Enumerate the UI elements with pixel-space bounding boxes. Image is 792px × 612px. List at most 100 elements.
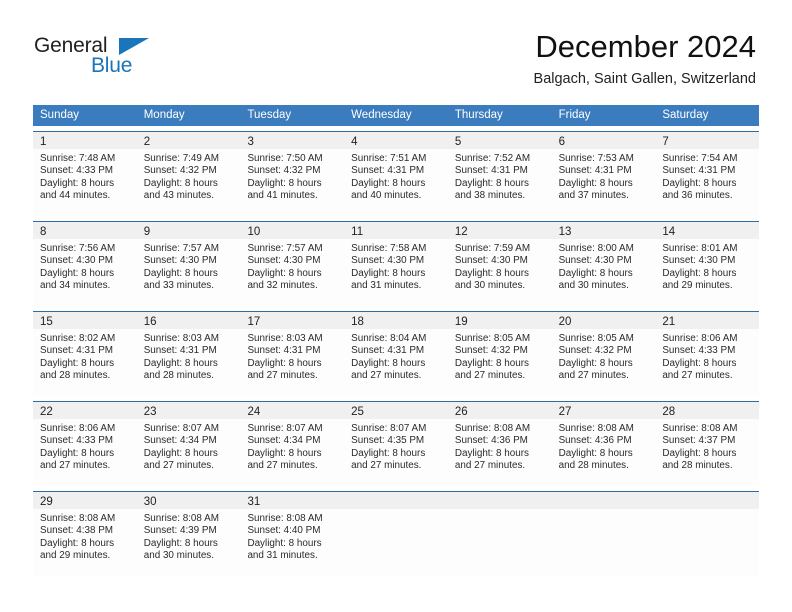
day-number: 1 [40, 136, 47, 148]
day-details: Sunrise: 8:08 AM Sunset: 4:40 PM Dayligh… [240, 509, 344, 563]
day-details: Sunrise: 8:08 AM Sunset: 4:36 PM Dayligh… [448, 419, 552, 473]
calendar-day-cell[interactable]: 13 Sunrise: 8:00 AM Sunset: 4:30 PM Dayl… [551, 222, 656, 306]
weekday-header-tuesday: Tuesday [247, 109, 292, 121]
day-details: Sunrise: 7:52 AM Sunset: 4:31 PM Dayligh… [448, 149, 552, 203]
calendar-day-cell[interactable]: 6 Sunrise: 7:53 AM Sunset: 4:31 PM Dayli… [551, 132, 656, 216]
calendar-day-cell[interactable]: 2 Sunrise: 7:49 AM Sunset: 4:32 PM Dayli… [136, 132, 241, 216]
sunrise-text: Sunrise: 8:00 AM [558, 243, 634, 254]
day-details: Sunrise: 7:54 AM Sunset: 4:31 PM Dayligh… [655, 149, 759, 203]
calendar-day-cell[interactable]: 7 Sunrise: 7:54 AM Sunset: 4:31 PM Dayli… [655, 132, 760, 216]
day-number: 14 [662, 226, 676, 238]
calendar-day-cell[interactable]: 18 Sunrise: 8:04 AM Sunset: 4:31 PM Dayl… [344, 312, 448, 396]
day-number: 5 [454, 136, 462, 148]
daylight-line1: Daylight: 8 hours [40, 267, 115, 279]
daylight-line1: Daylight: 8 hours [662, 447, 737, 459]
sunrise-text: Sunrise: 7:51 AM [351, 153, 427, 164]
calendar-day-cell-empty [344, 492, 448, 576]
calendar-day-cell[interactable]: 29 Sunrise: 8:08 AM Sunset: 4:38 PM Dayl… [33, 492, 137, 576]
sunrise-text: Sunrise: 7:58 AM [351, 243, 427, 254]
day-details: Sunrise: 8:03 AM Sunset: 4:31 PM Dayligh… [240, 329, 344, 383]
general-blue-logo[interactable]: General Blue [34, 34, 204, 80]
day-number: 13 [558, 226, 572, 238]
daylight-line1: Daylight: 8 hours [143, 537, 218, 549]
weekday-header-wednesday: Wednesday [351, 109, 412, 121]
sunset-text: Sunset: 4:30 PM [662, 255, 736, 267]
calendar-day-cell[interactable]: 24 Sunrise: 8:07 AM Sunset: 4:34 PM Dayl… [240, 402, 345, 486]
day-number-band: 27 [551, 402, 656, 419]
daylight-line2: and 30 minutes. [143, 550, 214, 562]
day-number: 31 [247, 496, 261, 508]
day-number: 28 [662, 406, 676, 418]
calendar-day-cell[interactable]: 17 Sunrise: 8:03 AM Sunset: 4:31 PM Dayl… [240, 312, 345, 396]
daylight-line2: and 28 minutes. [662, 460, 733, 472]
calendar-day-cell[interactable]: 3 Sunrise: 7:50 AM Sunset: 4:32 PM Dayli… [240, 132, 345, 216]
day-number-band: 10 [240, 222, 345, 239]
daylight-line2: and 44 minutes. [40, 190, 111, 202]
sunset-text: Sunset: 4:30 PM [143, 255, 217, 267]
day-number: 22 [40, 406, 53, 418]
sunrise-text: Sunrise: 8:08 AM [558, 423, 634, 434]
sunrise-text: Sunrise: 7:57 AM [247, 243, 323, 254]
sunset-text: Sunset: 4:34 PM [143, 435, 217, 447]
calendar-day-cell[interactable]: 11 Sunrise: 7:58 AM Sunset: 4:30 PM Dayl… [344, 222, 448, 306]
calendar-day-cell[interactable]: 23 Sunrise: 8:07 AM Sunset: 4:34 PM Dayl… [136, 402, 241, 486]
calendar-day-cell[interactable]: 20 Sunrise: 8:05 AM Sunset: 4:32 PM Dayl… [551, 312, 656, 396]
daylight-line1: Daylight: 8 hours [351, 177, 426, 189]
sunset-text: Sunset: 4:38 PM [40, 525, 114, 537]
day-number: 9 [143, 226, 151, 238]
calendar-day-cell[interactable]: 27 Sunrise: 8:08 AM Sunset: 4:36 PM Dayl… [551, 402, 656, 486]
calendar-day-cell[interactable]: 16 Sunrise: 8:03 AM Sunset: 4:31 PM Dayl… [136, 312, 241, 396]
sunrise-text: Sunrise: 8:03 AM [247, 333, 323, 344]
logo-text-blue: Blue [91, 54, 133, 77]
daylight-line1: Daylight: 8 hours [40, 177, 115, 189]
calendar-day-cell[interactable]: 4 Sunrise: 7:51 AM Sunset: 4:31 PM Dayli… [344, 132, 448, 216]
day-details [655, 509, 759, 513]
daylight-line1: Daylight: 8 hours [143, 267, 218, 279]
calendar-page: General Blue December 2024 Balgach, Sain… [0, 0, 792, 612]
calendar-day-cell[interactable]: 22 Sunrise: 8:06 AM Sunset: 4:33 PM Dayl… [33, 402, 137, 486]
day-details: Sunrise: 8:06 AM Sunset: 4:33 PM Dayligh… [33, 419, 137, 473]
daylight-line1: Daylight: 8 hours [454, 447, 529, 459]
day-details: Sunrise: 8:08 AM Sunset: 4:38 PM Dayligh… [33, 509, 137, 563]
calendar-day-cell[interactable]: 12 Sunrise: 7:59 AM Sunset: 4:30 PM Dayl… [447, 222, 552, 306]
calendar-day-cell[interactable]: 9 Sunrise: 7:57 AM Sunset: 4:30 PM Dayli… [136, 222, 241, 306]
sunset-text: Sunset: 4:31 PM [40, 345, 114, 357]
calendar-day-cell[interactable]: 26 Sunrise: 8:08 AM Sunset: 4:36 PM Dayl… [447, 402, 552, 486]
calendar-day-cell[interactable]: 1 Sunrise: 7:48 AM Sunset: 4:33 PM Dayli… [33, 132, 137, 216]
day-number-band: 6 [551, 132, 656, 149]
calendar-day-cell[interactable]: 19 Sunrise: 8:05 AM Sunset: 4:32 PM Dayl… [447, 312, 552, 396]
sunrise-text: Sunrise: 8:07 AM [143, 423, 219, 434]
calendar-day-cell[interactable]: 8 Sunrise: 7:56 AM Sunset: 4:30 PM Dayli… [33, 222, 137, 306]
calendar-day-cell[interactable]: 14 Sunrise: 8:01 AM Sunset: 4:30 PM Dayl… [655, 222, 760, 306]
calendar-day-cell[interactable]: 30 Sunrise: 8:08 AM Sunset: 4:39 PM Dayl… [136, 492, 241, 576]
day-number-band: 20 [551, 312, 656, 329]
sunrise-text: Sunrise: 7:52 AM [454, 153, 531, 164]
calendar-day-cell[interactable]: 28 Sunrise: 8:08 AM Sunset: 4:37 PM Dayl… [655, 402, 760, 486]
daylight-line1: Daylight: 8 hours [558, 177, 633, 189]
sunset-text: Sunset: 4:30 PM [351, 255, 425, 267]
sunrise-text: Sunrise: 7:54 AM [662, 153, 738, 164]
calendar-day-cell[interactable]: 21 Sunrise: 8:06 AM Sunset: 4:33 PM Dayl… [655, 312, 760, 396]
daylight-line2: and 31 minutes. [351, 280, 422, 292]
calendar-day-cell[interactable]: 10 Sunrise: 7:57 AM Sunset: 4:30 PM Dayl… [240, 222, 345, 306]
calendar-day-cell[interactable]: 5 Sunrise: 7:52 AM Sunset: 4:31 PM Dayli… [447, 132, 552, 216]
day-number-band: 22 [33, 402, 137, 419]
sunset-text: Sunset: 4:32 PM [454, 345, 528, 357]
sunrise-text: Sunrise: 8:05 AM [454, 333, 531, 344]
sunrise-text: Sunrise: 8:07 AM [351, 423, 427, 434]
daylight-line2: and 43 minutes. [143, 190, 214, 202]
sunrise-text: Sunrise: 8:01 AM [662, 243, 738, 254]
daylight-line1: Daylight: 8 hours [143, 177, 218, 189]
day-number: 16 [143, 316, 157, 328]
day-number-band: 29 [33, 492, 137, 509]
day-number: 11 [351, 226, 364, 238]
day-number: 2 [143, 136, 151, 148]
daylight-line2: and 32 minutes. [247, 280, 318, 292]
calendar-day-cell[interactable]: 25 Sunrise: 8:07 AM Sunset: 4:35 PM Dayl… [344, 402, 448, 486]
daylight-line1: Daylight: 8 hours [662, 357, 737, 369]
calendar-day-cell[interactable]: 15 Sunrise: 8:02 AM Sunset: 4:31 PM Dayl… [33, 312, 137, 396]
daylight-line2: and 27 minutes. [351, 460, 422, 472]
calendar-day-cell[interactable]: 31 Sunrise: 8:08 AM Sunset: 4:40 PM Dayl… [240, 492, 345, 576]
day-number-band: 13 [551, 222, 656, 239]
daylight-line2: and 40 minutes. [351, 190, 422, 202]
